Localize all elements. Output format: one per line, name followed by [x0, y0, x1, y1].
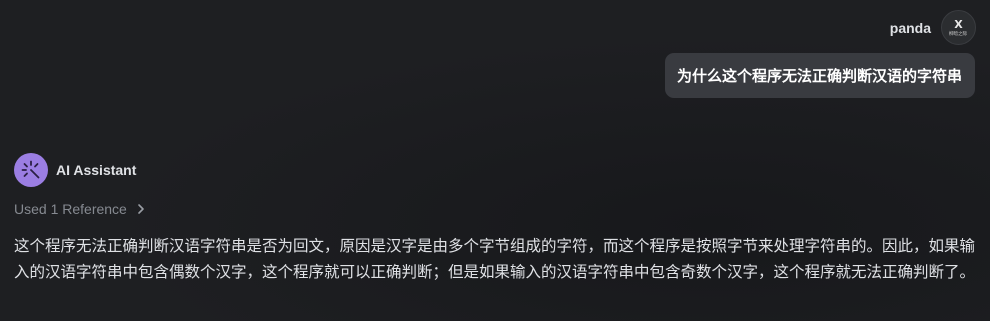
user-avatar[interactable]: X 柳暗之际 — [941, 10, 976, 45]
assistant-avatar — [14, 153, 48, 187]
user-avatar-caption: 柳暗之际 — [949, 30, 968, 37]
chevron-right-icon — [138, 204, 144, 214]
user-avatar-glyph: X — [954, 17, 963, 31]
references-label: Used 1 Reference — [14, 201, 127, 217]
user-message-header: panda X 柳暗之际 — [890, 10, 976, 45]
user-name: panda — [889, 19, 931, 36]
chat-panel: panda X 柳暗之际 为什么这个程序无法正确判断汉语的字符串 AI Assi… — [0, 0, 990, 321]
user-message-bubble: 为什么这个程序无法正确判断汉语的字符串 — [664, 53, 975, 98]
assistant-name: AI Assistant — [56, 162, 137, 178]
sparkle-wand-icon — [21, 160, 40, 179]
assistant-message-header: AI Assistant — [14, 153, 136, 187]
assistant-answer-text: 这个程序无法正确判断汉语字符串是否为回文，原因是汉字是由多个字节组成的字符，而这… — [14, 237, 976, 281]
references-toggle[interactable]: Used 1 Reference — [14, 201, 147, 217]
